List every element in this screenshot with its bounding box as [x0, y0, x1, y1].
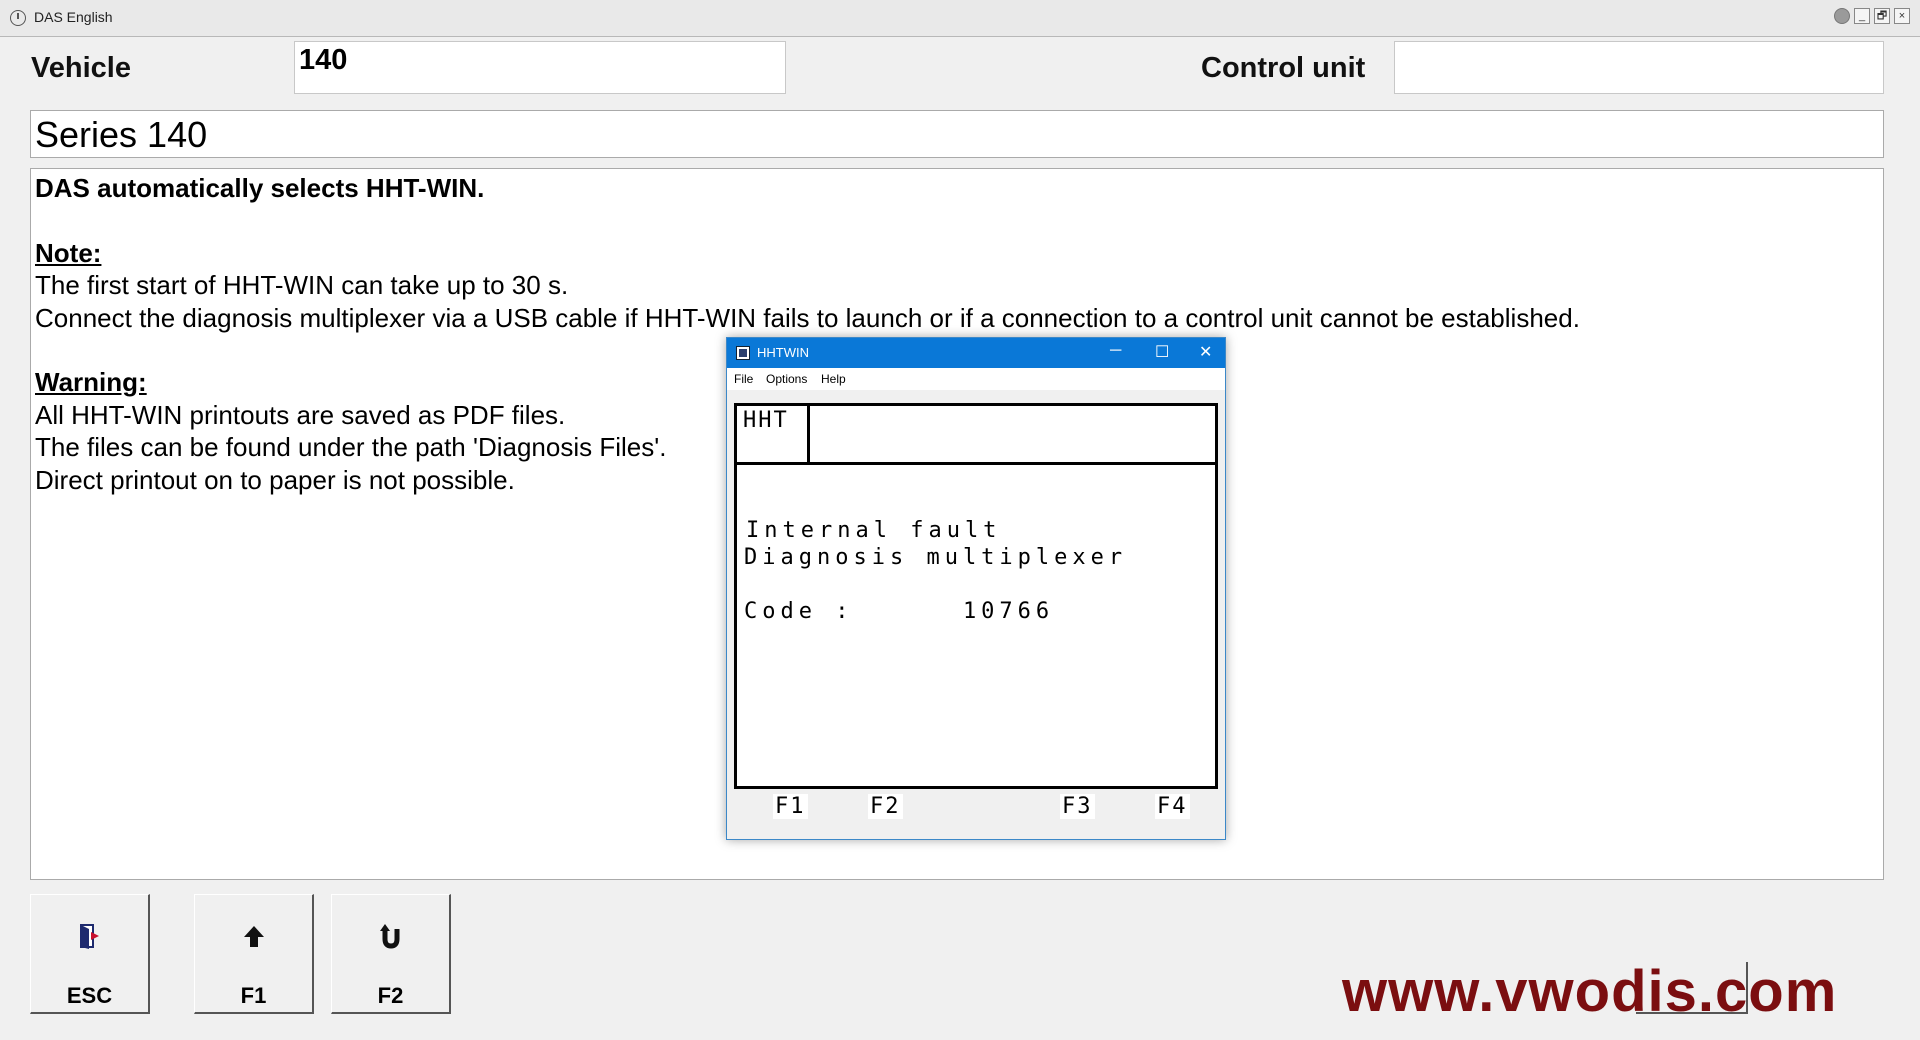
f1-label: F1	[240, 983, 267, 1008]
hht-f3-key[interactable]: F3	[1060, 794, 1095, 819]
hht-line-2: Diagnosis multiplexer	[744, 545, 1128, 570]
hht-f1-key[interactable]: F1	[773, 794, 808, 819]
watermark: www.vwodis.com	[1342, 959, 1838, 1024]
menu-file[interactable]: File	[734, 372, 753, 386]
hhtwin-app-icon	[736, 346, 750, 360]
hhtwin-title-bar: HHTWIN ─ ☐ ✕	[727, 338, 1225, 368]
hhtwin-menu-bar: File Options Help	[727, 368, 1225, 390]
vehicle-label: Vehicle	[31, 52, 131, 84]
hht-display: HHT Internal fault Diagnosis multiplexer…	[734, 403, 1218, 789]
f2-button[interactable]: F2	[331, 894, 451, 1014]
f1-button[interactable]: F1	[194, 894, 314, 1014]
minimize-icon[interactable]: ─	[1110, 342, 1121, 360]
note-line: The first start of HHT-WIN can take up t…	[35, 270, 569, 300]
vehicle-value: 140	[299, 44, 348, 76]
restore-button[interactable]: 🗗	[1874, 8, 1890, 24]
hhtwin-window: HHTWIN ─ ☐ ✕ File Options Help HHT Inter…	[726, 337, 1226, 840]
menu-options[interactable]: Options	[766, 372, 807, 386]
hht-header: HHT	[737, 406, 1215, 465]
window-controls: _ 🗗 ×	[1834, 8, 1910, 24]
series-box: Series 140	[30, 110, 1884, 158]
control-unit-label: Control unit	[1201, 52, 1366, 84]
hht-line-1: Internal fault	[746, 518, 1002, 543]
arrow-up-icon	[239, 921, 269, 956]
hhtwin-title: HHTWIN	[757, 345, 809, 360]
vehicle-field: 140	[294, 41, 786, 94]
note-title: Note:	[35, 237, 102, 268]
hht-header-text: HHT	[743, 408, 789, 433]
title-bar: DAS English _ 🗗 ×	[0, 0, 1920, 37]
series-text: Series 140	[35, 114, 208, 155]
hht-header-cell: HHT	[737, 406, 810, 462]
globe-icon[interactable]	[1834, 8, 1850, 24]
esc-button[interactable]: ESC	[30, 894, 150, 1014]
exit-door-icon	[75, 921, 105, 956]
minimize-button[interactable]: _	[1854, 8, 1870, 24]
f2-label: F2	[377, 983, 404, 1008]
maximize-icon[interactable]: ☐	[1155, 342, 1169, 362]
window-title: DAS English	[34, 9, 113, 25]
hht-f4-key[interactable]: F4	[1155, 794, 1190, 819]
info-heading: DAS automatically selects HHT-WIN.	[35, 173, 485, 203]
hht-line-3: Code : 10766	[744, 599, 1055, 624]
note-line: Connect the diagnosis multiplexer via a …	[35, 302, 1580, 333]
control-unit-field	[1394, 41, 1884, 94]
hht-f2-key[interactable]: F2	[868, 794, 903, 819]
return-arrow-icon	[376, 921, 406, 956]
app-logo-icon	[10, 10, 26, 26]
menu-help[interactable]: Help	[821, 372, 846, 386]
close-icon[interactable]: ✕	[1199, 342, 1212, 362]
esc-label: ESC	[66, 983, 113, 1008]
close-button[interactable]: ×	[1894, 8, 1910, 24]
